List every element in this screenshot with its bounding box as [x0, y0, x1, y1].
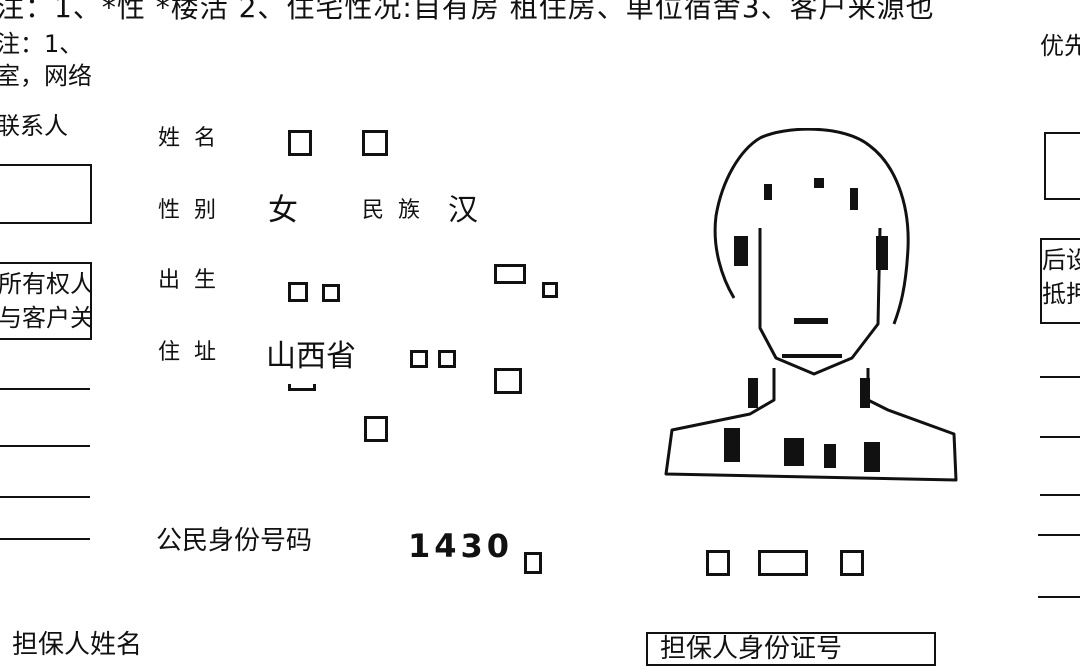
id-number-redaction-2	[706, 550, 730, 576]
form-owner-label: 所有权人	[0, 270, 94, 298]
address-redaction-1	[410, 350, 428, 368]
id-number-value: 1430	[408, 527, 514, 565]
address-redaction-4	[288, 384, 316, 391]
form-left-owner-box: 所有权人 与客户关	[0, 262, 94, 340]
guarantor-id-box[interactable]: 担保人身份证号	[646, 632, 936, 666]
form-right-fragment-1: 优先	[1040, 32, 1080, 60]
form-right-fragment-3: 抵押	[1042, 280, 1080, 308]
form-left-rule-4	[0, 538, 90, 540]
address-redaction-3	[494, 368, 522, 394]
address-redaction-5	[364, 416, 388, 442]
form-right-fragment-2: 后设	[1042, 246, 1080, 274]
form-left-line-3: 联系人	[0, 112, 68, 140]
form-left-rule-2	[0, 445, 90, 447]
birth-redaction-3	[494, 264, 526, 284]
id-number-redaction-1	[524, 552, 542, 574]
form-right-rule-3	[1040, 494, 1080, 496]
form-right-box-2: 后设 抵押	[1040, 238, 1080, 324]
id-number-redaction-3	[758, 550, 808, 576]
form-left-line-2: 室，网络	[0, 62, 92, 90]
name-redaction-2	[362, 130, 388, 156]
name-redaction-1	[288, 130, 312, 156]
birth-label: 出生	[158, 268, 231, 293]
ethnicity-value: 汉	[448, 193, 478, 228]
form-left-rule-3	[0, 496, 90, 498]
form-top-line: 注：1、*性 *楼活 2、住宅性况:自有房 租住房、单位宿舍3、客户来源也	[0, 0, 935, 24]
form-right-rule-2	[1040, 436, 1080, 438]
form-left-rule-1	[0, 388, 90, 390]
ethnicity-label: 民族	[362, 198, 435, 223]
address-value: 山西省	[266, 339, 356, 374]
form-right-box-1[interactable]	[1044, 132, 1080, 200]
name-label: 姓名	[158, 126, 231, 151]
form-relation-label: 与客户关	[0, 304, 94, 332]
portrait-photo	[664, 128, 958, 482]
id-number-redaction-4	[840, 550, 864, 576]
address-label: 住址	[158, 340, 231, 365]
birth-redaction-1	[288, 282, 308, 302]
birth-redaction-2	[322, 284, 340, 302]
gender-label: 性别	[158, 198, 231, 223]
form-right-rule-1	[1040, 376, 1080, 378]
id-number-label: 公民身份号码	[156, 526, 313, 556]
guarantor-name-label: 担保人姓名	[12, 630, 143, 660]
address-redaction-2	[438, 350, 456, 368]
id-card: 姓名 性别 女 民族 汉 出生 住址 山西省 公民身份号码 1430	[92, 32, 1038, 628]
form-left-box[interactable]	[0, 164, 92, 224]
guarantor-id-label: 担保人身份证号	[660, 634, 843, 664]
gender-value: 女	[268, 193, 298, 228]
birth-redaction-4	[542, 282, 558, 298]
form-left-line-1: 注：1、	[0, 30, 84, 58]
form-right-box-3[interactable]	[1036, 534, 1080, 598]
